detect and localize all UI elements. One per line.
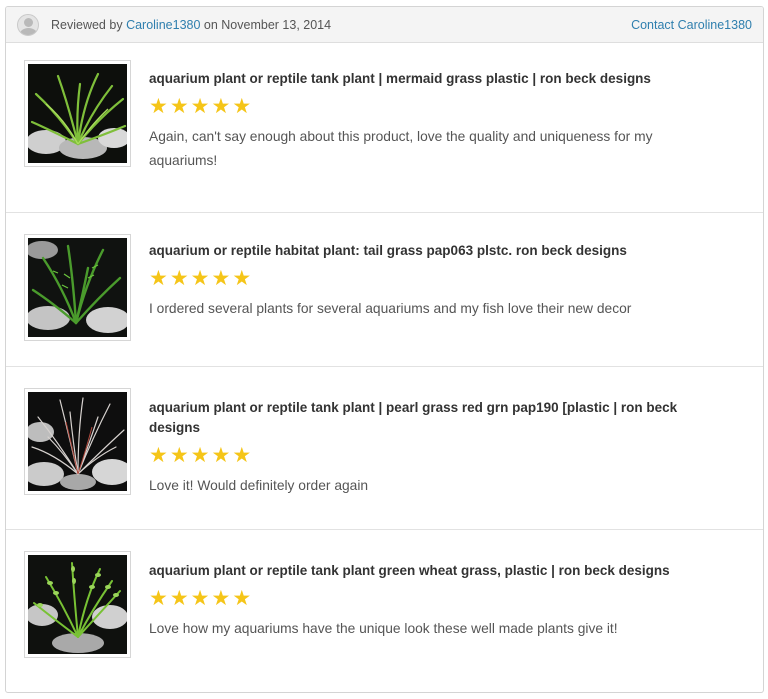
star-icon: ★ [211, 444, 231, 467]
review-panel: Reviewed by Caroline1380 on November 13,… [5, 6, 764, 693]
contact-reviewer-link[interactable]: Contact Caroline1380 [631, 18, 752, 32]
star-icon: ★ [232, 95, 252, 118]
star-rating: ★ ★ ★ ★ ★ [149, 588, 709, 610]
star-icon: ★ [190, 95, 210, 118]
user-avatar-icon [17, 13, 39, 36]
product-thumbnail[interactable] [24, 551, 131, 658]
star-icon: ★ [169, 95, 189, 118]
star-rating: ★ ★ ★ ★ ★ [149, 96, 709, 118]
star-icon: ★ [149, 95, 168, 118]
star-icon: ★ [169, 267, 189, 290]
star-icon: ★ [190, 267, 210, 290]
review-item: aquarium plant or reptile tank plant gre… [6, 530, 763, 692]
star-icon: ★ [149, 587, 168, 610]
review-text: Love it! Would definitely order again [149, 478, 369, 493]
review-item: aquarium or reptile habitat plant: tail … [6, 213, 763, 367]
review-text: Love how my aquariums have the unique lo… [149, 621, 618, 636]
star-icon: ★ [232, 267, 252, 290]
reviewer-header: Reviewed by Caroline1380 on November 13,… [6, 7, 763, 43]
product-title[interactable]: aquarium or reptile habitat plant: tail … [149, 241, 709, 261]
review-item: aquarium plant or reptile tank plant | m… [6, 43, 763, 213]
star-icon: ★ [149, 444, 168, 467]
star-icon: ★ [211, 587, 231, 610]
star-rating: ★ ★ ★ ★ ★ [149, 445, 709, 467]
reviewed-by-line: Reviewed by Caroline1380 on November 13,… [51, 18, 331, 32]
star-icon: ★ [211, 267, 231, 290]
product-thumbnail[interactable] [24, 388, 131, 495]
product-thumbnail[interactable] [24, 234, 131, 341]
product-title[interactable]: aquarium plant or reptile tank plant gre… [149, 561, 709, 581]
star-icon: ★ [190, 444, 210, 467]
pearl-grass-image [28, 392, 127, 491]
star-icon: ★ [232, 444, 252, 467]
star-icon: ★ [232, 587, 252, 610]
wheat-grass-image [28, 555, 127, 654]
reviewed-by-prefix: Reviewed by [51, 17, 123, 32]
product-thumbnail[interactable] [24, 60, 131, 167]
tail-grass-image [28, 238, 127, 337]
review-item: aquarium plant or reptile tank plant | p… [6, 367, 763, 530]
product-title[interactable]: aquarium plant or reptile tank plant | p… [149, 398, 709, 438]
star-icon: ★ [211, 95, 231, 118]
reviewer-name-link[interactable]: Caroline1380 [126, 18, 200, 32]
product-title[interactable]: aquarium plant or reptile tank plant | m… [149, 69, 709, 89]
star-icon: ★ [190, 587, 210, 610]
review-date: on November 13, 2014 [203, 17, 332, 32]
star-icon: ★ [169, 444, 189, 467]
review-text: I ordered several plants for several aqu… [149, 301, 632, 316]
star-icon: ★ [169, 587, 189, 610]
star-icon: ★ [149, 267, 168, 290]
mermaid-grass-image [28, 64, 127, 163]
star-rating: ★ ★ ★ ★ ★ [149, 268, 709, 290]
review-text: Again, can't say enough about this produ… [149, 129, 653, 168]
